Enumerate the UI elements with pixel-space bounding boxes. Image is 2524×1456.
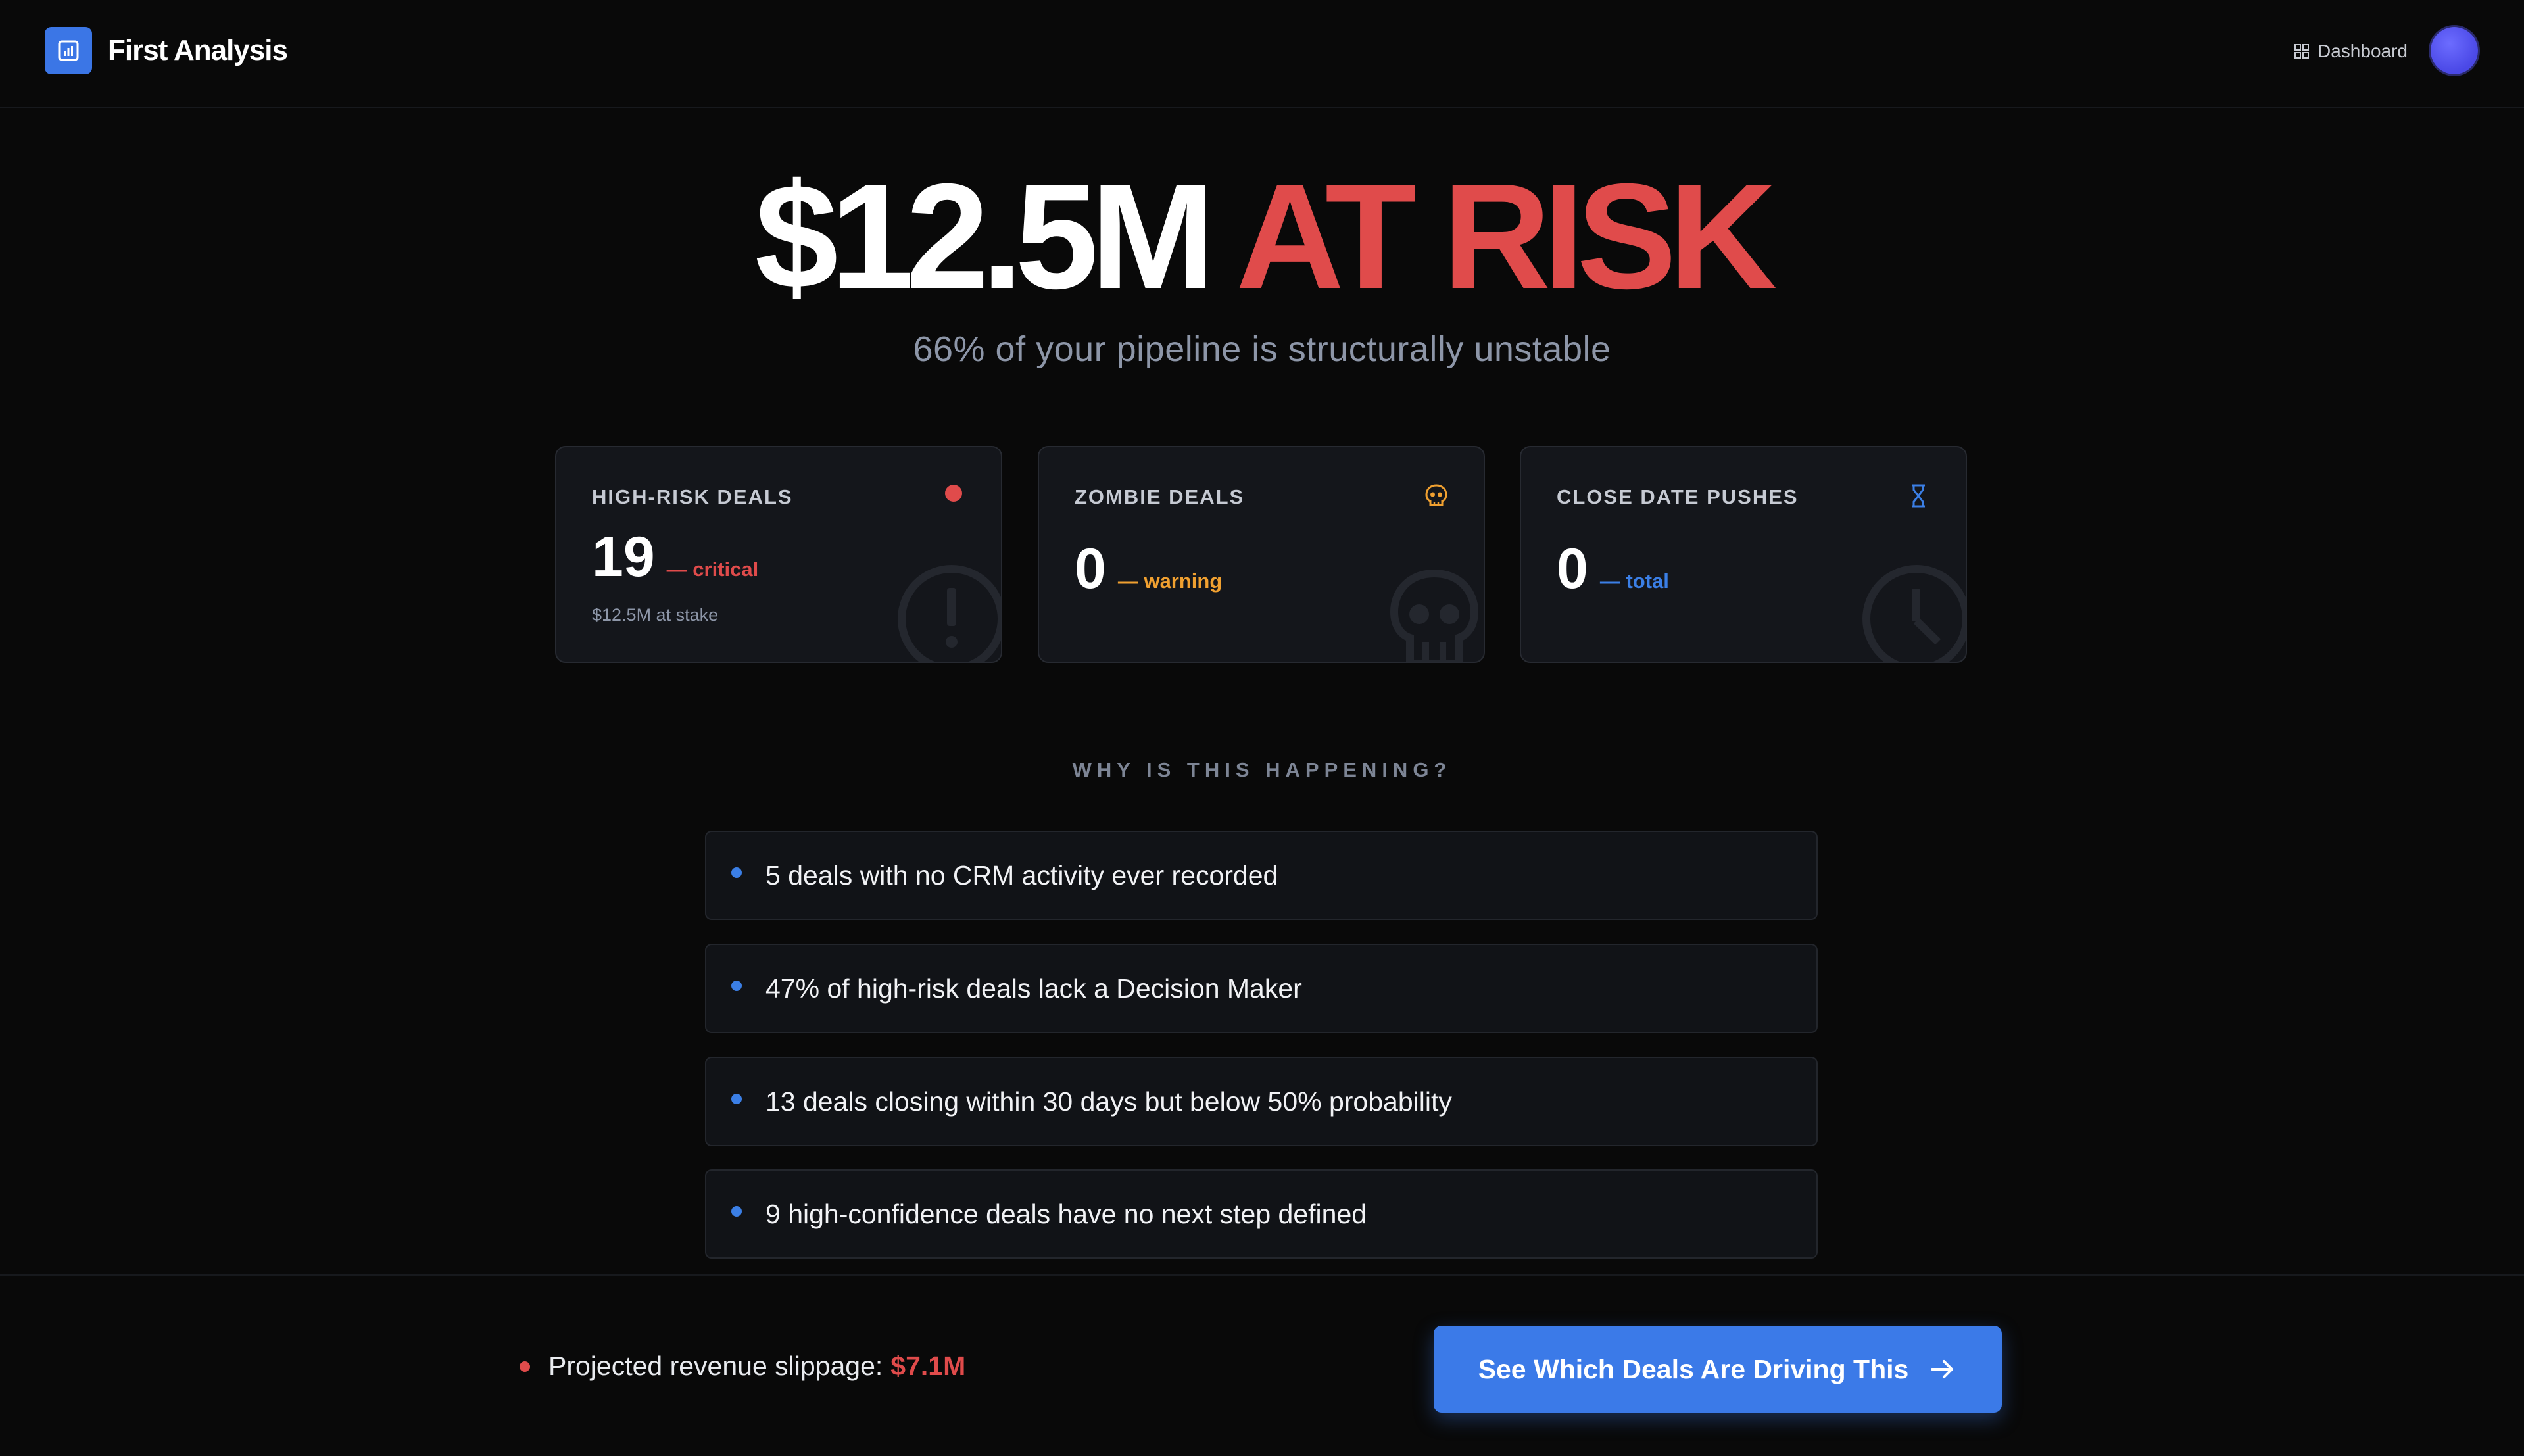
bullet-dot-icon <box>731 1206 742 1217</box>
card-title: CLOSE DATE PUSHES <box>1557 485 1799 508</box>
user-avatar[interactable] <box>2431 27 2478 74</box>
card-value-row: 0 — warning <box>1075 537 1222 602</box>
page: First Analysis Dashboard $12.5M AT RISK … <box>0 0 2524 1456</box>
card-tag: — warning <box>1117 570 1223 593</box>
bullet-dot-icon <box>731 1094 742 1104</box>
red-dot-icon <box>520 1361 530 1372</box>
hero-subtitle: 66% of your pipeline is structurally uns… <box>913 329 1611 369</box>
reason-text: 9 high-confidence deals have no next ste… <box>765 1199 1367 1229</box>
card-tag: — critical <box>666 558 759 581</box>
top-header: First Analysis Dashboard <box>0 0 2524 108</box>
risk-amount: $12.5M <box>754 153 1215 320</box>
nav-dashboard-label: Dashboard <box>2318 41 2408 61</box>
card-value: 0 <box>1557 537 1588 600</box>
card-title: HIGH-RISK DEALS <box>592 485 793 508</box>
high-risk-deals-card[interactable]: HIGH-RISK DEALS 19 — critical $12.5M at … <box>555 446 1002 663</box>
card-value-row: 0 — total <box>1557 537 1669 602</box>
brand[interactable]: First Analysis <box>45 27 288 74</box>
card-value-row: 19 — critical <box>592 525 758 590</box>
card-tag: — total <box>1599 570 1669 593</box>
reason-item[interactable]: 47% of high-risk deals lack a Decision M… <box>705 944 1818 1033</box>
alert-circle-icon <box>898 565 1001 662</box>
reason-item[interactable]: 5 deals with no CRM activity ever record… <box>705 831 1818 920</box>
nav-dashboard-link[interactable]: Dashboard <box>2294 38 2408 64</box>
reason-item[interactable]: 9 high-confidence deals have no next ste… <box>705 1169 1818 1259</box>
card-title: ZOMBIE DEALS <box>1075 485 1245 508</box>
see-driving-deals-button[interactable]: See Which Deals Are Driving This <box>1434 1326 2002 1413</box>
cta-label: See Which Deals Are Driving This <box>1478 1353 1909 1384</box>
hero-headline: $12.5M AT RISK <box>0 158 2524 316</box>
skull-icon <box>1425 484 1447 506</box>
footer-action-bar: Projected revenue slippage: $7.1M See Wh… <box>0 1274 2524 1456</box>
zombie-deals-card[interactable]: ZOMBIE DEALS 0 — warning <box>1038 446 1485 663</box>
clock-icon <box>1862 565 1966 662</box>
risk-label: AT RISK <box>1236 153 1777 320</box>
card-value: 19 <box>592 525 655 589</box>
reason-text: 47% of high-risk deals lack a Decision M… <box>765 973 1302 1004</box>
slippage-summary: Projected revenue slippage: $7.1M <box>520 1351 965 1382</box>
red-dot-icon <box>945 485 962 502</box>
reason-text: 13 deals closing within 30 days but belo… <box>765 1086 1452 1117</box>
reason-item[interactable]: 13 deals closing within 30 days but belo… <box>705 1057 1818 1146</box>
slippage-label: Projected revenue slippage: <box>548 1351 883 1381</box>
app-title: First Analysis <box>108 34 288 66</box>
reason-text: 5 deals with no CRM activity ever record… <box>765 860 1278 890</box>
arrow-right-icon <box>1931 1360 1954 1378</box>
grid-icon <box>2294 44 2309 59</box>
bullet-dot-icon <box>731 867 742 878</box>
card-value: 0 <box>1075 537 1106 600</box>
bar-chart-icon <box>45 27 92 74</box>
close-date-pushes-card[interactable]: CLOSE DATE PUSHES 0 — total <box>1520 446 1967 663</box>
why-heading: WHY IS THIS HAPPENING? <box>1072 758 1452 781</box>
skull-icon <box>1390 569 1479 662</box>
slippage-amount: $7.1M <box>890 1351 966 1381</box>
bullet-dot-icon <box>731 981 742 991</box>
hourglass-icon <box>1912 484 1925 508</box>
card-stake-text: $12.5M at stake <box>592 605 719 625</box>
